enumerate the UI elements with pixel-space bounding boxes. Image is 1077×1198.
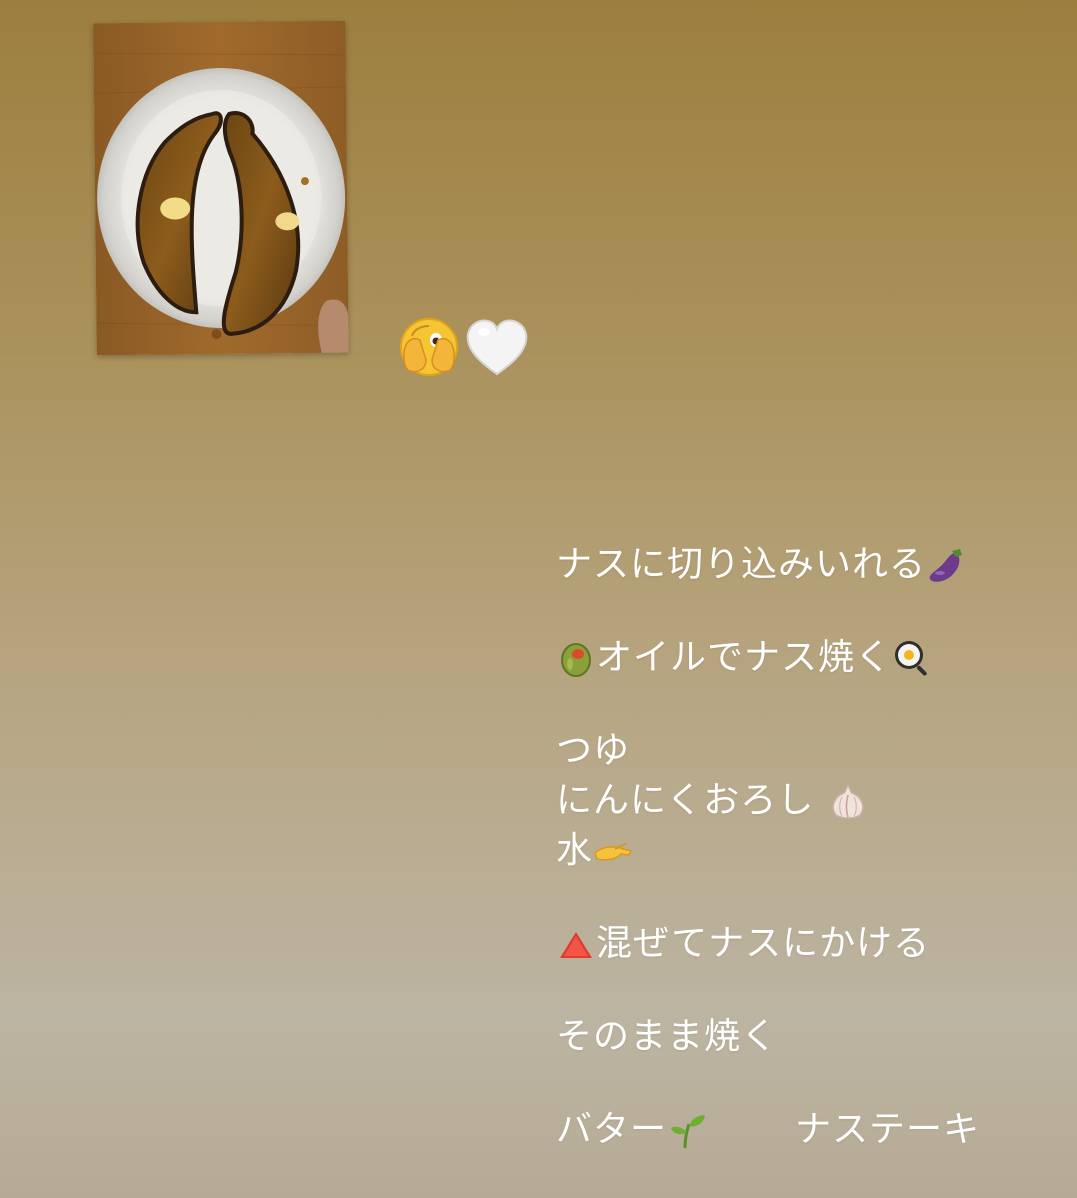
red-triangle-icon xyxy=(556,924,596,964)
recipe-line-8-part2: ナステーキ xyxy=(795,1109,981,1150)
recipe-ingredient-water: 水 xyxy=(556,826,1056,876)
recipe-step-cut: ナスに切り込みいれる xyxy=(556,540,1056,590)
eggplant-steak-photo xyxy=(93,20,349,356)
recipe-line-2: オイルでナス焼く xyxy=(596,637,893,678)
recipe-ingredient-tsuyu: つゆ xyxy=(556,726,1056,776)
recipe-line-7: そのまま焼く xyxy=(556,1016,779,1057)
recipe-line-1: ナスに切り込みいれる xyxy=(556,544,927,585)
recipe-step-mix: 混ぜてナスにかける xyxy=(556,919,1056,969)
pinching-hand-icon xyxy=(593,831,633,871)
olive-icon xyxy=(556,638,596,678)
recipe-line-4: にんにくおろし xyxy=(556,780,815,821)
recipe-line-6: 混ぜてナスにかける xyxy=(596,923,931,964)
eggplant-icon xyxy=(926,545,966,585)
recipe-step-oil: オイルでナス焼く xyxy=(556,633,1056,683)
garlic-icon xyxy=(828,781,868,821)
recipe-step-grill: そのまま焼く xyxy=(556,1012,1056,1062)
face-peeking-hands-icon xyxy=(398,316,460,378)
recipe-line-3: つゆ xyxy=(556,730,631,771)
reaction-emojis xyxy=(398,316,530,378)
white-heart-icon xyxy=(464,316,530,378)
seedling-icon xyxy=(667,1110,707,1150)
recipe-text: ナスに切り込みいれる オイルでナス焼く つゆ にんにくおろし 水 混ぜてナスにか… xyxy=(556,540,1056,1155)
frying-pan-egg-icon xyxy=(892,638,932,678)
recipe-step-butter: バター ナステーキ xyxy=(556,1105,1056,1155)
recipe-ingredient-garlic: にんにくおろし xyxy=(556,776,1056,826)
recipe-line-5: 水 xyxy=(556,830,594,871)
recipe-line-8-part1: バター xyxy=(556,1109,668,1150)
